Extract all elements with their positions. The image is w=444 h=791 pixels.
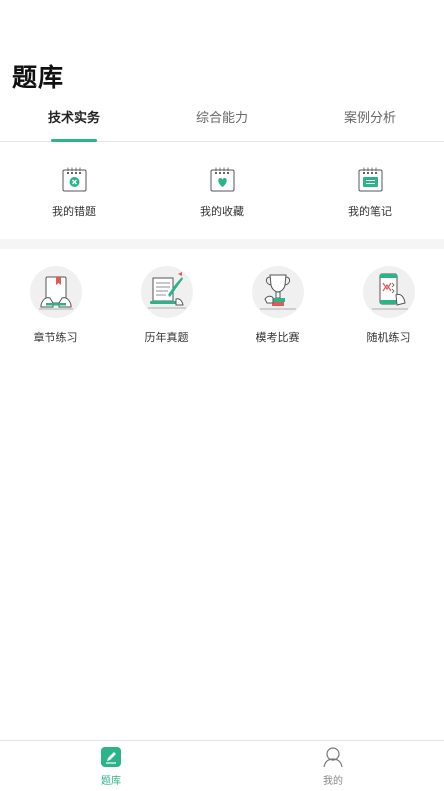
practice-label: 随机练习 [366, 331, 411, 344]
tab-technical-practice[interactable]: 技术实务 [0, 104, 148, 142]
favorites-heart-calendar-icon [210, 167, 235, 192]
wrong-questions-calendar-icon [62, 167, 87, 192]
random-practice-button[interactable]: 随机练习 [333, 249, 444, 359]
notes-calendar-icon [358, 167, 383, 192]
quick-action-label: 我的错题 [52, 205, 96, 218]
my-favorites-button[interactable]: 我的收藏 [148, 143, 296, 239]
mock-exam-contest-button[interactable]: 模考比赛 [222, 249, 333, 359]
past-papers-button[interactable]: 历年真题 [111, 249, 222, 359]
tab-label: 技术实务 [47, 111, 100, 126]
profile-person-icon [323, 747, 343, 768]
active-tab-indicator [51, 139, 97, 142]
quick-action-label: 我的收藏 [200, 205, 244, 218]
practice-label: 模考比赛 [255, 331, 300, 344]
bottom-nav: 题库 我的 [0, 740, 444, 791]
tab-label: 综合能力 [195, 111, 248, 126]
chapter-practice-button[interactable]: 章节练习 [0, 249, 111, 359]
nav-label: 我的 [323, 776, 343, 787]
quick-action-label: 我的笔记 [348, 205, 392, 218]
nav-question-bank[interactable]: 题库 [0, 741, 222, 791]
question-bank-pencil-icon [101, 747, 121, 767]
mock-exam-trophy-icon [252, 266, 304, 318]
past-papers-scroll-icon [141, 266, 193, 318]
subject-tabs: 技术实务 综合能力 案例分析 [0, 104, 444, 142]
tab-case-analysis[interactable]: 案例分析 [296, 104, 444, 142]
my-wrong-questions-button[interactable]: 我的错题 [0, 143, 148, 239]
random-practice-phone-icon [363, 266, 415, 318]
nav-profile[interactable]: 我的 [222, 741, 444, 791]
chapter-practice-book-icon [30, 266, 82, 318]
section-divider [0, 239, 444, 249]
tab-label: 案例分析 [343, 111, 396, 126]
practice-label: 章节练习 [33, 331, 78, 344]
nav-label: 题库 [101, 776, 121, 787]
tab-comprehensive-ability[interactable]: 综合能力 [148, 104, 296, 142]
my-notes-button[interactable]: 我的笔记 [296, 143, 444, 239]
practice-label: 历年真题 [144, 331, 189, 344]
practice-modes: 章节练习 历年真题 模考比赛 随机练习 [0, 249, 444, 359]
page-title: 题库 [12, 63, 65, 92]
quick-actions: 我的错题 我的收藏 我的笔记 [0, 143, 444, 239]
